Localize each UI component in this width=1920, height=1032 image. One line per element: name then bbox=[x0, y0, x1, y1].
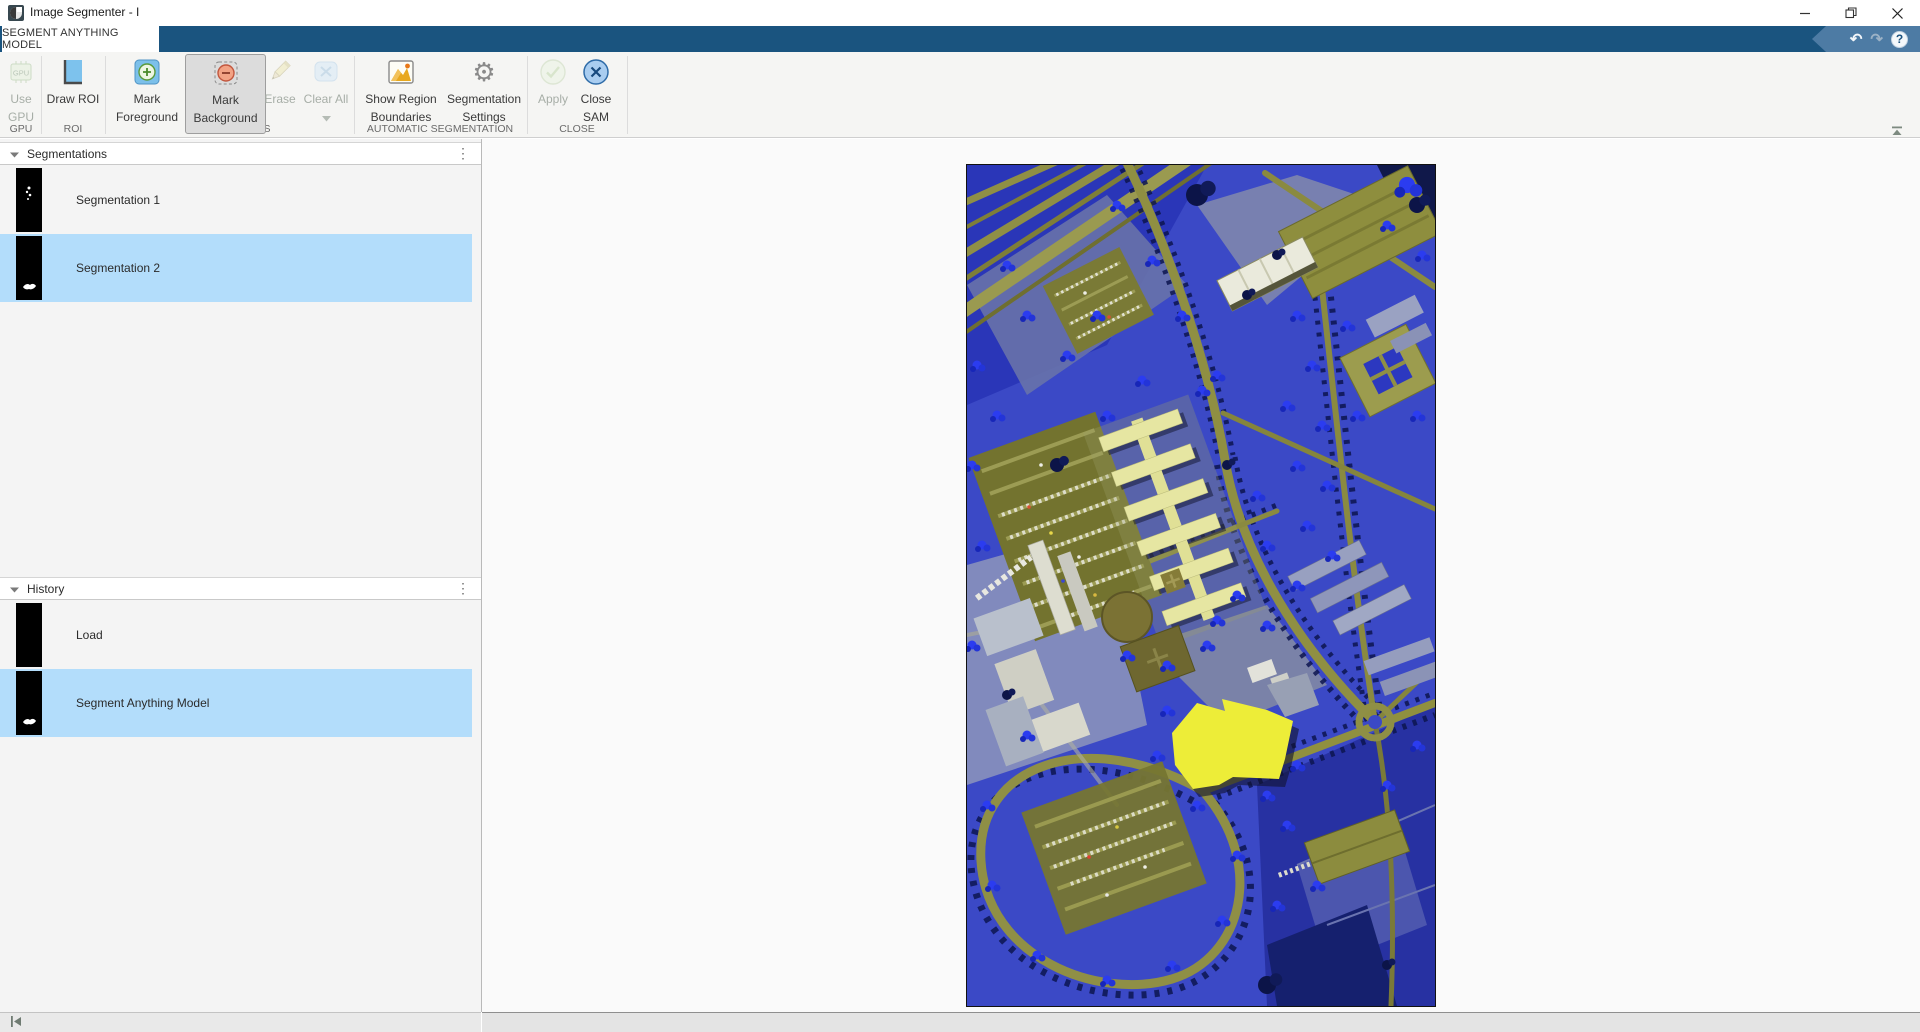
tab-segment-anything-model[interactable]: SEGMENT ANYTHING MODEL bbox=[2, 26, 159, 52]
segmentations-panel-title: Segmentations bbox=[27, 147, 107, 161]
aerial-false-color-image bbox=[967, 165, 1435, 1006]
history-panel-title: History bbox=[27, 582, 64, 596]
window-title: Image Segmenter - I bbox=[30, 5, 139, 19]
restore-icon bbox=[1845, 7, 1857, 19]
history-menu-icon[interactable]: ⋮ bbox=[456, 580, 470, 597]
history-load-row[interactable]: Load bbox=[0, 601, 472, 669]
tab-bar: SEGMENT ANYTHING MODEL ↶ ↷ ? bbox=[0, 26, 1920, 52]
apply-label: Apply bbox=[538, 90, 568, 108]
collapse-panel-icon bbox=[10, 1016, 22, 1027]
quick-access-toolbar: ↶ ↷ ? bbox=[1812, 26, 1920, 52]
roi-rectangle-icon bbox=[60, 56, 86, 88]
restore-button[interactable] bbox=[1828, 0, 1874, 26]
clear-all-button[interactable]: Clear All bbox=[300, 54, 352, 134]
collapse-panel-button[interactable] bbox=[10, 1014, 22, 1032]
mark-background-label: Mark Background bbox=[186, 91, 265, 127]
close-sam-icon bbox=[582, 56, 610, 88]
history-panel-header: History ⋮ bbox=[0, 577, 481, 600]
ribbon-separator bbox=[627, 56, 628, 134]
apply-check-icon bbox=[539, 56, 567, 88]
segmentation-1-label: Segmentation 1 bbox=[76, 193, 160, 207]
erase-button[interactable]: Erase bbox=[259, 54, 301, 134]
panel-status-bar bbox=[0, 1012, 481, 1032]
clear-all-dropdown-icon[interactable] bbox=[322, 109, 331, 127]
ribbon-separator bbox=[354, 56, 355, 134]
main-status-bar bbox=[482, 1012, 1920, 1032]
segmentation-2-row[interactable]: Segmentation 2 bbox=[0, 234, 472, 302]
erase-label: Erase bbox=[264, 90, 295, 108]
pencil-eraser-icon bbox=[266, 56, 294, 88]
mark-background-button[interactable]: Mark Background bbox=[185, 54, 266, 134]
segmentation-settings-button[interactable]: ⚙ Segmentation Settings bbox=[442, 54, 526, 134]
segmentation-2-thumbnail bbox=[16, 236, 42, 300]
ribbon-separator bbox=[105, 56, 106, 134]
ribbon-toolstrip: GPU ROI MARKER TOOLS AUTOMATIC SEGMENTAT… bbox=[0, 52, 1920, 138]
mark-foreground-button[interactable]: Mark Foreground bbox=[109, 54, 185, 134]
segmentations-panel-header: Segmentations ⋮ bbox=[0, 142, 481, 165]
close-button[interactable] bbox=[1874, 0, 1920, 26]
history-load-label: Load bbox=[76, 628, 103, 642]
apply-button[interactable]: Apply bbox=[532, 54, 574, 134]
clear-all-icon bbox=[312, 56, 340, 88]
aerial-image-viewer[interactable] bbox=[966, 164, 1436, 1007]
segmentations-collapse-icon[interactable] bbox=[10, 145, 19, 163]
show-region-boundaries-label: Show Region Boundaries bbox=[357, 90, 445, 126]
history-collapse-icon[interactable] bbox=[10, 580, 19, 598]
history-load-thumbnail bbox=[16, 603, 42, 667]
collapse-ribbon-icon bbox=[1891, 126, 1903, 136]
minimize-icon bbox=[1800, 8, 1811, 19]
browser-panel: Segmentations ⋮ Segmentation 1 Segmentat… bbox=[0, 139, 481, 1012]
history-sam-thumbnail bbox=[16, 671, 42, 735]
mark-foreground-icon bbox=[133, 56, 161, 88]
region-image-icon bbox=[387, 56, 415, 88]
redo-icon[interactable]: ↷ bbox=[1870, 32, 1883, 47]
title-bar: Image Segmenter - I bbox=[0, 0, 1920, 26]
history-sam-row[interactable]: Segment Anything Model bbox=[0, 669, 472, 737]
help-icon[interactable]: ? bbox=[1891, 31, 1908, 48]
image-segmenter-window: Image Segmenter - I SEGMENT ANYTHING MOD… bbox=[0, 0, 1920, 1032]
ribbon-separator bbox=[527, 56, 528, 134]
show-region-boundaries-button[interactable]: Show Region Boundaries bbox=[357, 54, 445, 134]
mark-background-icon bbox=[212, 57, 240, 89]
close-sam-button[interactable]: Close SAM bbox=[574, 54, 618, 134]
close-icon bbox=[1892, 8, 1903, 19]
draw-roi-label: Draw ROI bbox=[47, 90, 100, 108]
segmentations-menu-icon[interactable]: ⋮ bbox=[456, 145, 470, 162]
segmentation-settings-label: Segmentation Settings bbox=[442, 90, 526, 126]
gear-icon: ⚙ bbox=[472, 56, 495, 88]
history-sam-label: Segment Anything Model bbox=[76, 696, 209, 710]
undo-icon[interactable]: ↶ bbox=[1850, 32, 1863, 47]
segmentation-1-thumbnail bbox=[16, 168, 42, 232]
svg-text:GPU: GPU bbox=[13, 69, 29, 78]
mark-foreground-label: Mark Foreground bbox=[109, 90, 185, 126]
use-gpu-label: Use GPU bbox=[2, 90, 40, 126]
draw-roi-button[interactable]: Draw ROI bbox=[42, 54, 104, 134]
gpu-chip-icon: GPU bbox=[8, 56, 34, 88]
collapse-ribbon-button[interactable] bbox=[1888, 125, 1906, 137]
use-gpu-button[interactable]: GPU Use GPU bbox=[2, 54, 40, 134]
app-icon bbox=[8, 5, 24, 21]
clear-all-label: Clear All bbox=[304, 90, 349, 108]
close-sam-label: Close SAM bbox=[574, 90, 618, 126]
segmentation-2-label: Segmentation 2 bbox=[76, 261, 160, 275]
segmentation-1-row[interactable]: Segmentation 1 bbox=[0, 166, 472, 234]
minimize-button[interactable] bbox=[1782, 0, 1828, 26]
